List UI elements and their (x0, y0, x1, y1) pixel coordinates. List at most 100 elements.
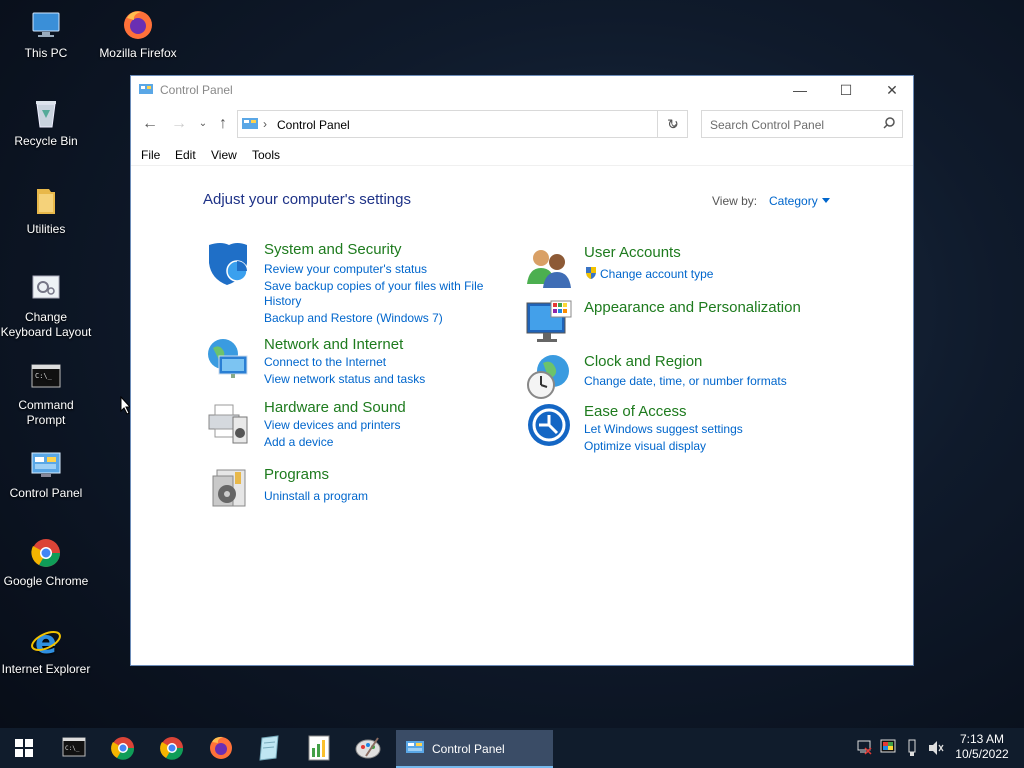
taskbar-spreadsheet[interactable] (295, 728, 343, 768)
taskbar-notepad[interactable] (246, 728, 294, 768)
minimize-button[interactable]: — (777, 76, 823, 104)
taskbar-chrome-2[interactable] (148, 728, 196, 768)
control-panel-window: Control Panel — ☐ ✕ ← → ⌄ ↑ › Control Pa… (130, 75, 914, 666)
breadcrumb-control-panel[interactable]: Control Panel (277, 118, 350, 132)
link-connect-internet[interactable]: Connect to the Internet (264, 355, 386, 370)
tray-display-icon[interactable] (880, 728, 898, 768)
desktop-icon-label: Command Prompt (18, 398, 74, 427)
view-by-dropdown[interactable]: Category (769, 194, 818, 208)
close-button[interactable]: ✕ (869, 76, 915, 104)
taskbar-clock[interactable]: 7:13 AM 10/5/2022 (946, 732, 1018, 762)
menu-view[interactable]: View (211, 148, 237, 162)
forward-arrow-icon[interactable]: → (169, 114, 189, 134)
programs-disc-icon[interactable] (205, 466, 253, 514)
user-accounts-icon[interactable] (525, 244, 573, 292)
address-bar[interactable]: › Control Panel ⌄ (237, 110, 688, 138)
control-panel-content: Adjust your computer's settings View by:… (131, 168, 913, 665)
category-title[interactable]: User Accounts (584, 244, 681, 261)
recent-locations-chevron-icon[interactable]: ⌄ (193, 114, 213, 134)
control-panel-icon (139, 84, 153, 96)
recycle-bin-icon (29, 96, 63, 130)
desktop-icon-label: Google Chrome (3, 574, 89, 588)
firefox-icon (121, 8, 155, 42)
desktop-icon-firefox[interactable]: Mozilla Firefox (92, 8, 184, 61)
printer-speaker-icon[interactable] (205, 399, 253, 447)
control-panel-icon (29, 448, 63, 482)
back-arrow-icon[interactable]: ← (140, 114, 160, 134)
command-prompt-icon: C:\_ (29, 360, 63, 394)
view-by-dropdown-arrow-icon[interactable] (822, 198, 830, 203)
desktop-icon-label: Change Keyboard Layout (0, 310, 92, 339)
tray-network-icon[interactable] (856, 728, 874, 768)
desktop-icon-recycle-bin[interactable]: Recycle Bin (0, 96, 92, 149)
taskbar-item-label: Control Panel (432, 742, 505, 756)
desktop-icon-command-prompt[interactable]: C:\_ Command Prompt (0, 360, 92, 428)
desktop-icon-utilities[interactable]: Utilities (0, 184, 92, 237)
paint-icon (355, 737, 381, 759)
control-panel-icon (406, 741, 424, 758)
clock-date: 10/5/2022 (955, 747, 1009, 761)
page-title: Adjust your computer's settings (203, 191, 411, 208)
search-placeholder: Search Control Panel (710, 118, 825, 132)
desktop-icon-label: Internet Explorer (1, 662, 91, 676)
desktop-icon-label: Utilities (26, 222, 66, 236)
desktop-icon-this-pc[interactable]: This PC (0, 8, 92, 61)
maximize-button[interactable]: ☐ (823, 76, 869, 104)
link-uninstall-program[interactable]: Uninstall a program (264, 489, 368, 504)
navigation-bar: ← → ⌄ ↑ › Control Panel ⌄ ↻ Search Contr… (131, 104, 913, 144)
link-let-windows-suggest[interactable]: Let Windows suggest settings (584, 422, 743, 437)
menu-edit[interactable]: Edit (175, 148, 196, 162)
desktop-icon-internet-explorer[interactable]: e Internet Explorer (0, 623, 92, 677)
link-view-devices-printers[interactable]: View devices and printers (264, 418, 401, 433)
tray-volume-muted-icon[interactable] (927, 728, 945, 768)
link-change-date-time-formats[interactable]: Change date, time, or number formats (584, 374, 787, 389)
search-icon[interactable] (883, 117, 895, 129)
desktop-icon-control-panel[interactable]: Control Panel (0, 448, 92, 501)
svg-text:e: e (35, 624, 57, 658)
link-review-status[interactable]: Review your computer's status (264, 262, 427, 277)
category-title[interactable]: Ease of Access (584, 403, 687, 420)
menu-file[interactable]: File (141, 148, 160, 162)
link-view-network-status[interactable]: View network status and tasks (264, 372, 425, 387)
category-title[interactable]: Clock and Region (584, 353, 702, 370)
desktop-icon-change-keyboard-layout[interactable]: Change Keyboard Layout (0, 272, 92, 340)
taskbar-control-panel[interactable]: Control Panel (396, 730, 553, 768)
taskbar-firefox[interactable] (197, 728, 245, 768)
up-arrow-icon[interactable]: ↑ (213, 114, 233, 134)
desktop-icon-label: Control Panel (9, 486, 83, 500)
link-change-account-type[interactable]: Change account type (600, 267, 713, 282)
link-save-backup-copies-history[interactable]: History (264, 294, 301, 309)
link-backup-and-restore[interactable]: Backup and Restore (Windows 7) (264, 311, 443, 326)
category-title[interactable]: Programs (264, 466, 329, 483)
menu-tools[interactable]: Tools (252, 148, 280, 162)
link-add-device[interactable]: Add a device (264, 435, 333, 450)
chrome-icon (160, 737, 184, 760)
view-by-label: View by: (712, 194, 758, 208)
category-title[interactable]: System and Security (264, 241, 402, 258)
firefox-icon (210, 736, 232, 759)
start-button[interactable] (0, 728, 48, 768)
search-input[interactable]: Search Control Panel (701, 110, 903, 138)
control-panel-icon (242, 118, 258, 130)
taskbar-chrome[interactable] (99, 728, 147, 768)
desktop-icon-label: Mozilla Firefox (99, 46, 177, 60)
network-globe-icon[interactable] (205, 336, 253, 384)
taskbar-paint[interactable] (344, 728, 392, 768)
category-title[interactable]: Appearance and Personalization (584, 299, 801, 316)
shield-icon[interactable] (205, 241, 253, 289)
svg-text:C:\_: C:\_ (65, 745, 80, 752)
clock-globe-icon[interactable] (525, 353, 573, 401)
notepad-icon (259, 735, 279, 761)
taskbar-command-prompt[interactable]: C:\_ (50, 728, 98, 768)
link-save-backup-copies[interactable]: Save backup copies of your files with Fi… (264, 279, 483, 294)
title-bar[interactable]: Control Panel — ☐ ✕ (131, 76, 913, 104)
category-title[interactable]: Hardware and Sound (264, 399, 406, 416)
spreadsheet-icon (308, 735, 330, 761)
tray-usb-icon[interactable] (905, 728, 919, 768)
desktop-icon-google-chrome[interactable]: Google Chrome (0, 536, 92, 589)
link-optimize-visual-display[interactable]: Optimize visual display (584, 439, 706, 454)
ease-of-access-icon[interactable] (525, 403, 573, 451)
category-title[interactable]: Network and Internet (264, 336, 403, 353)
monitor-palette-icon[interactable] (525, 299, 573, 347)
refresh-icon[interactable]: ↻ (657, 110, 688, 138)
